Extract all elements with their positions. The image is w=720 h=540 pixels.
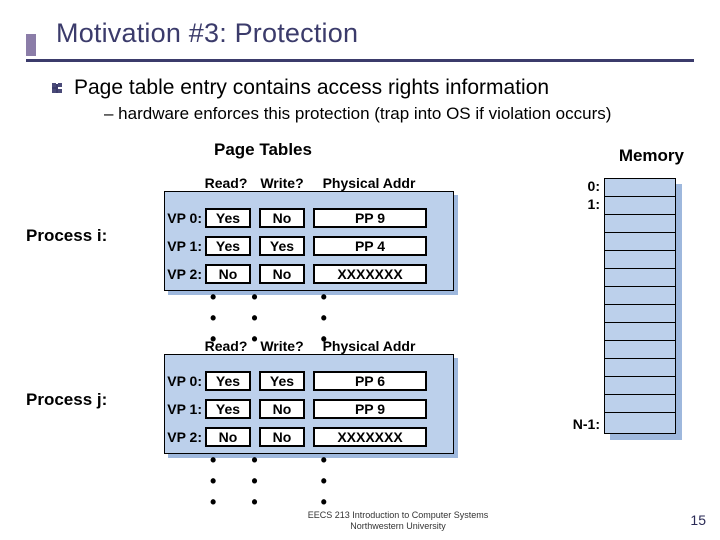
footer: EECS 213 Introduction to Computer System… <box>38 510 720 532</box>
memory-label: Memory <box>619 146 684 166</box>
bullet-level1: Page table entry contains access rights … <box>74 76 694 100</box>
page-tables-label: Page Tables <box>214 140 312 160</box>
accent-bar <box>26 34 36 56</box>
table-row: VP 2: No No XXXXXXX <box>164 426 427 448</box>
table-row: VP 0: Yes Yes PP 6 <box>164 370 427 392</box>
title-rule <box>26 59 694 62</box>
mem-index-0: 0: <box>588 178 600 194</box>
slide-title: Motivation #3: Protection <box>56 18 694 49</box>
mem-index-1: 1: <box>588 196 600 212</box>
mem-index-n: N-1: <box>573 416 600 432</box>
bullet1-text: Page table entry contains access rights … <box>74 76 549 99</box>
bullet-level2: – hardware enforces this protection (tra… <box>104 104 694 124</box>
page-number: 15 <box>690 512 706 528</box>
table-header: Read?Write?Physical Addr <box>202 338 424 354</box>
process-j-label: Process j: <box>26 390 107 410</box>
table-header: Read?Write?Physical Addr <box>202 175 424 191</box>
process-i-label: Process i: <box>26 226 107 246</box>
slide: Motivation #3: Protection Page table ent… <box>0 0 720 540</box>
table-row: VP 1: Yes Yes PP 4 <box>164 235 427 257</box>
table-row: VP 1: Yes No PP 9 <box>164 398 427 420</box>
table-row: VP 2: No No XXXXXXX <box>164 263 427 285</box>
ellipsis-icon: ••••••••• <box>210 450 328 513</box>
table-row: VP 0: Yes No PP 9 <box>164 207 427 229</box>
